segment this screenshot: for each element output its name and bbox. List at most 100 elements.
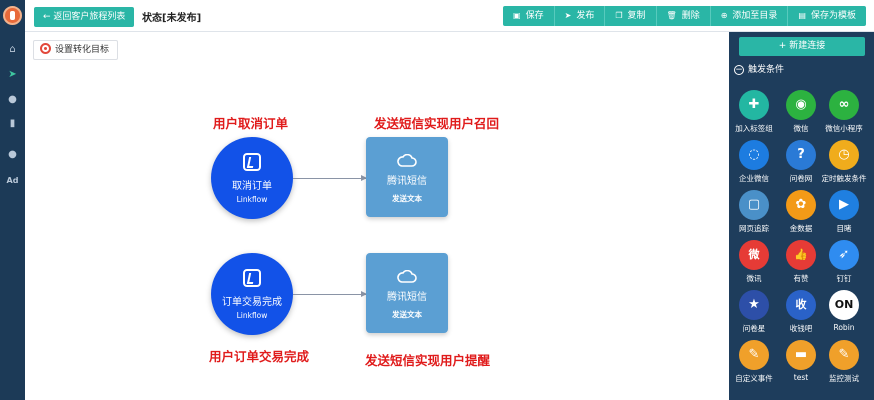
action-node[interactable]: 腾讯短信 发送文本 [366,253,448,333]
save-template-button[interactable]: ▤ 保存为模板 [787,6,866,26]
app-logo[interactable] [3,6,22,25]
test-icon: ▬ [786,340,816,370]
trigger-section-header[interactable]: − 触发条件 [734,63,784,77]
set-conversion-goal-button[interactable]: 设置转化目标 [33,40,119,60]
publish-icon: ➤ [564,11,572,20]
flow-connector[interactable] [293,175,367,181]
trigger-item[interactable]: 👍 有赞 [777,240,825,284]
trigger-item[interactable]: ▶ 目睹 [820,190,868,234]
copy-button[interactable]: ❐ 复制 [604,6,655,26]
trigger-item-label: 微讯 [746,274,762,283]
trigger-item-label: 收钱吧 [789,324,813,333]
trigger-item-label: test [793,373,809,382]
timer-icon: ◷ [829,140,859,170]
wechat-icon: ◉ [786,90,816,120]
action-sub: 发送文本 [392,310,422,319]
trigger-item-label: 网页追踪 [739,224,769,233]
toolbar-label: 保存为模板 [810,11,856,21]
toolbar-label: 添加至目录 [732,11,778,21]
trigger-item[interactable]: ✚ 加入标签组 [730,90,778,134]
trigger-title: 订单交易完成 [222,297,282,308]
trigger-item-label: 企业微信 [739,174,769,183]
toolbar: ▣ 保存 ➤ 发布 ❐ 复制 🗑 删除 ⊕ 添加至目录 ▤ 保存为模板 [503,6,866,26]
youzan-icon: 👍 [786,240,816,270]
trigger-title: 取消订单 [232,181,272,192]
linkflow-icon [243,153,261,171]
trigger-item[interactable]: ✎ 监控测试 [820,340,868,384]
chart-icon[interactable]: ▮ [0,116,25,132]
collapse-icon[interactable]: − [734,65,744,75]
trigger-item[interactable]: ◉ 微信 [777,90,825,134]
save-button[interactable]: ▣ 保存 [503,6,554,26]
flow-connector[interactable] [293,291,367,297]
trigger-item-label: 微信 [793,124,809,133]
trigger-item[interactable]: ON Robin [820,290,868,332]
annotation-cancel-order: 用户取消订单 [213,116,289,131]
trigger-item[interactable]: ◌ 企业微信 [730,140,778,184]
send-icon[interactable]: ➤ [0,67,25,83]
section-title: 触发条件 [748,65,785,75]
home-icon[interactable]: ⌂ [0,42,25,58]
jinshuju-icon: ✿ [786,190,816,220]
copy-icon: ❐ [615,11,623,20]
trigger-item[interactable]: ▬ test [777,340,825,382]
journey-canvas[interactable]: 设置转化目标 用户取消订单 发送短信实现用户召回 用户订单交易完成 发送短信实现… [25,32,729,400]
action-title: 腾讯短信 [387,176,427,187]
add-catalog-icon: ⊕ [720,11,728,20]
toolbar-label: 发布 [576,11,595,21]
cloud-icon [397,153,417,167]
trigger-item-label: Robin [833,323,855,332]
add-catalog-button[interactable]: ⊕ 添加至目录 [709,6,788,26]
trigger-item-label: 钉钉 [836,274,852,283]
save-template-icon: ▤ [798,11,806,20]
trigger-item[interactable]: ➶ 钉钉 [820,240,868,284]
toolbar-label: 删除 [681,11,700,21]
toolbar-label: 复制 [627,11,646,21]
monitor-test-icon: ✎ [829,340,859,370]
wechat-icon[interactable]: ● [0,147,25,163]
back-to-journey-list-button[interactable]: ← 返回客户旅程列表 [34,7,135,27]
trigger-item-label: 微信小程序 [825,124,863,133]
trigger-node[interactable]: 取消订单 Linkflow [211,137,293,219]
work-wechat-icon: ◌ [739,140,769,170]
trigger-item[interactable]: ★ 问卷星 [730,290,778,334]
trigger-item[interactable]: ◷ 定时触发条件 [820,140,868,184]
ad-icon[interactable]: Ad [0,173,25,189]
trigger-node[interactable]: 订单交易完成 Linkflow [211,253,293,335]
trigger-item-label: 监控测试 [829,374,859,383]
trigger-item[interactable]: 收收钱吧 [777,290,825,334]
trigger-item-label: 问卷星 [742,324,766,333]
new-connection-button[interactable]: + 新建连接 [739,37,865,56]
publish-button[interactable]: ➤ 发布 [553,6,605,26]
trigger-item[interactable]: ✎ 自定义事件 [730,340,778,384]
trigger-item[interactable]: ? 问卷网 [777,140,825,184]
publish-status: 状态[未发布] [142,13,202,24]
action-node[interactable]: 腾讯短信 发送文本 [366,137,448,217]
trigger-item-label: 自定义事件 [735,374,773,383]
delete-button[interactable]: 🗑 删除 [655,6,710,26]
trigger-item[interactable]: ∞ 微信小程序 [820,90,868,134]
robin-icon: ON [829,290,859,320]
delete-icon: 🗑 [666,11,677,20]
annotation-reminder-sms: 发送短信实现用户提醒 [365,353,491,368]
user-icon[interactable]: ● [0,92,25,108]
annotation-recall-sms: 发送短信实现用户召回 [374,116,500,131]
trigger-item[interactable]: ▢ 网页追踪 [730,190,778,234]
custom-event-icon: ✎ [739,340,769,370]
trigger-item[interactable]: 微微讯 [730,240,778,284]
trigger-source: Linkflow [236,195,268,204]
wenjuanxing-icon: ★ [739,290,769,320]
trigger-item-label: 问卷网 [789,174,813,183]
cloud-icon [397,269,417,283]
left-rail: ⌂ ➤ ● ▮ ● Ad [0,0,25,400]
connector-panel: + 新建连接 − 触发条件 ✚ 加入标签组 ◉ 微信 ∞ 微信小程序 ◌ 企业微信? 问卷网 ◷ 定时… [729,32,874,400]
mini-program-icon: ∞ [829,90,859,120]
dingtalk-icon: ➶ [829,240,859,270]
wenjuan-icon: ? [786,140,816,170]
annotation-order-complete: 用户订单交易完成 [209,349,310,364]
action-sub: 发送文本 [392,194,422,203]
trigger-item[interactable]: ✿ 金数据 [777,190,825,234]
action-title: 腾讯短信 [387,292,427,303]
trigger-item-label: 目睹 [836,224,852,233]
save-icon: ▣ [513,11,521,20]
